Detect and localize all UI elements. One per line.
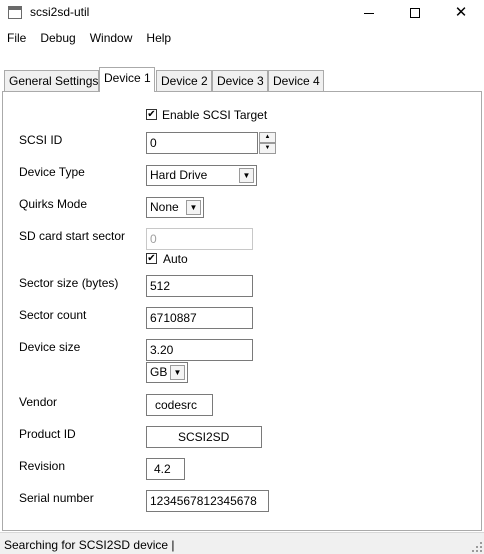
device-size-unit-select[interactable]: GB ▼ — [146, 362, 188, 383]
device-size-label: Device size — [19, 340, 81, 354]
resize-grip-icon[interactable] — [472, 542, 482, 552]
check-icon: ✔ — [147, 253, 156, 264]
status-text: Searching for SCSI2SD device | — [4, 538, 175, 552]
status-bar: Searching for SCSI2SD device | — [0, 532, 484, 554]
scsi-id-spin-up[interactable]: ▲ — [259, 132, 276, 143]
sd-start-sector-label: SD card start sector — [19, 229, 126, 243]
product-id-label: Product ID — [19, 427, 76, 441]
sd-start-sector-input[interactable]: 0 — [146, 228, 253, 250]
tab-device-2[interactable]: Device 2 — [156, 70, 212, 91]
device-type-label: Device Type — [19, 165, 85, 179]
chevron-down-icon: ▼ — [186, 200, 201, 215]
vendor-input[interactable]: codesrc — [146, 394, 213, 416]
menu-window[interactable]: Window — [83, 27, 140, 47]
device-type-value: Hard Drive — [150, 168, 208, 182]
check-icon: ✔ — [147, 109, 156, 120]
tab-device-1[interactable]: Device 1 — [99, 67, 155, 92]
menu-file[interactable]: File — [0, 27, 33, 47]
device-size-unit-value: GB — [150, 365, 168, 379]
serial-number-input[interactable]: 1234567812345678 — [146, 490, 269, 512]
auto-label: Auto — [163, 252, 188, 266]
minimize-icon — [364, 12, 374, 14]
product-id-input[interactable]: SCSI2SD — [146, 426, 262, 448]
serial-number-label: Serial number — [19, 491, 94, 505]
device-type-select[interactable]: Hard Drive ▼ — [146, 165, 257, 186]
maximize-button[interactable] — [392, 0, 438, 26]
chevron-down-icon: ▼ — [239, 168, 254, 183]
spin-up-icon: ▲ — [264, 134, 271, 140]
tab-general-settings[interactable]: General Settings — [4, 70, 99, 91]
app-window-icon — [8, 6, 22, 19]
menu-bar: File Debug Window Help — [0, 27, 484, 47]
revision-input[interactable]: 4.2 — [146, 458, 185, 480]
chevron-down-icon: ▼ — [170, 365, 185, 380]
enable-scsi-target-label: Enable SCSI Target — [162, 108, 268, 122]
title-bar: scsi2sd-util ✕ — [0, 0, 484, 26]
sector-size-label: Sector size (bytes) — [19, 276, 119, 290]
spin-down-icon: ▼ — [264, 145, 271, 151]
scsi-id-input[interactable]: 0 — [146, 132, 258, 154]
quirks-mode-value: None — [150, 200, 179, 214]
sector-count-input[interactable]: 6710887 — [146, 307, 253, 329]
scsi-id-spin-down[interactable]: ▼ — [259, 143, 276, 154]
window-title: scsi2sd-util — [30, 5, 90, 19]
menu-help[interactable]: Help — [139, 27, 178, 47]
vendor-label: Vendor — [19, 395, 58, 409]
quirks-mode-label: Quirks Mode — [19, 197, 88, 211]
menu-debug[interactable]: Debug — [33, 27, 82, 47]
minimize-button[interactable] — [346, 0, 392, 26]
sector-size-input[interactable]: 512 — [146, 275, 253, 297]
tab-device-4[interactable]: Device 4 — [268, 70, 324, 91]
close-button[interactable]: ✕ — [438, 0, 484, 26]
device-size-input[interactable]: 3.20 — [146, 339, 253, 361]
enable-scsi-target-checkbox[interactable]: ✔ — [146, 109, 157, 120]
close-icon: ✕ — [454, 4, 468, 21]
auto-checkbox[interactable]: ✔ — [146, 253, 157, 264]
revision-label: Revision — [19, 459, 66, 473]
tab-device-3[interactable]: Device 3 — [212, 70, 268, 91]
sector-count-label: Sector count — [19, 308, 87, 322]
quirks-mode-select[interactable]: None ▼ — [146, 197, 204, 218]
scsi-id-label: SCSI ID — [19, 133, 63, 147]
maximize-icon — [410, 8, 420, 18]
